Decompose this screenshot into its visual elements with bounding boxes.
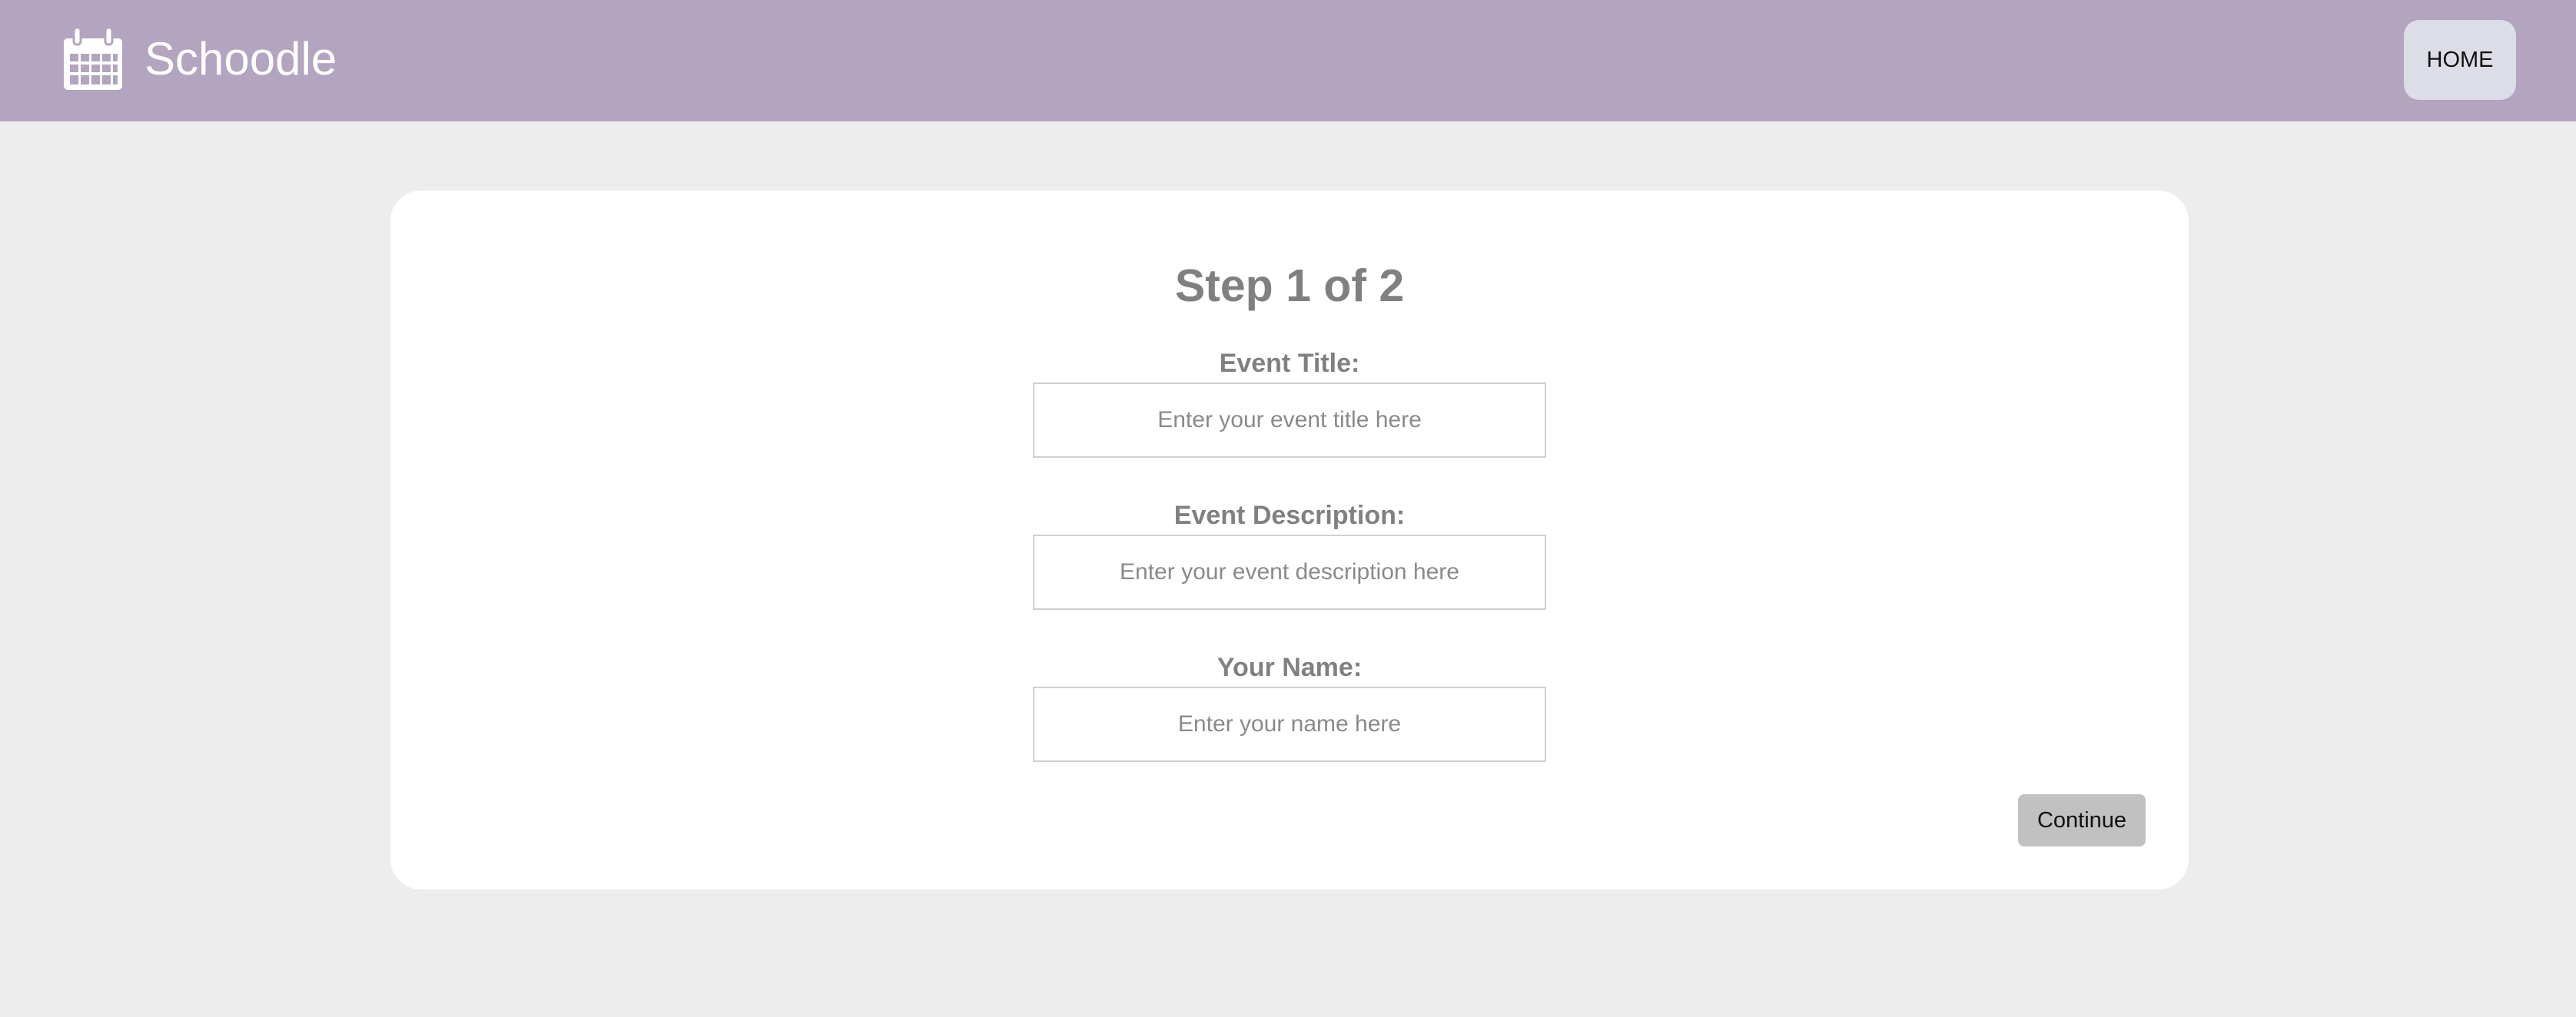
brand-name: Schoodle bbox=[144, 33, 337, 84]
event-description-label: Event Description: bbox=[1173, 501, 1406, 530]
event-form-card: Step 1 of 2 Event Title: Event Descripti… bbox=[390, 190, 2189, 889]
continue-button[interactable]: Continue bbox=[2018, 794, 2146, 846]
brand-link[interactable]: Schoodle bbox=[61, 18, 337, 100]
your-name-label: Your Name: bbox=[1217, 653, 1363, 682]
navbar: Schoodle HOME bbox=[0, 0, 2576, 121]
event-title-label: Event Title: bbox=[1219, 349, 1360, 378]
your-name-input[interactable] bbox=[1033, 687, 1546, 762]
event-description-input[interactable] bbox=[1033, 535, 1546, 610]
calendar-icon bbox=[64, 26, 122, 90]
event-title-input[interactable] bbox=[1033, 383, 1546, 458]
home-button[interactable]: HOME bbox=[2404, 20, 2516, 100]
step-title: Step 1 of 2 bbox=[1174, 260, 1405, 311]
